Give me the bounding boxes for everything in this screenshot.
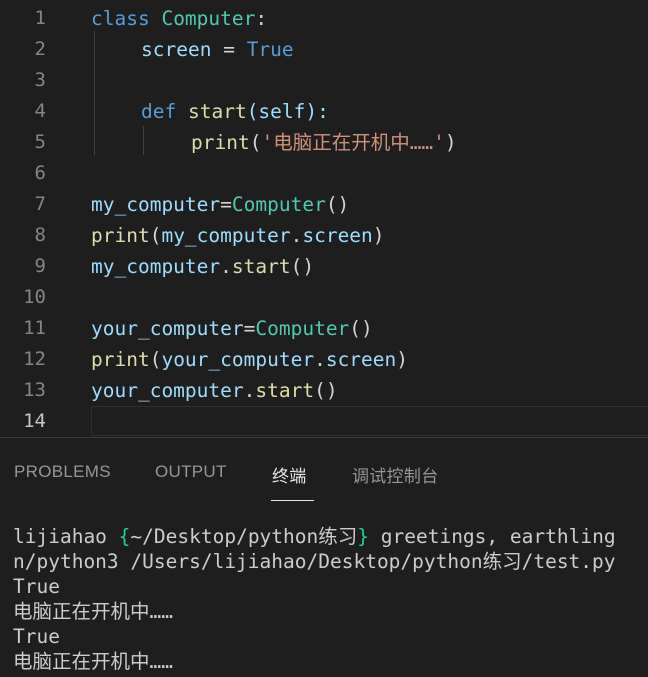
terminal-line: n/python3 /Users/lijiahao/Desktop/python… [13, 550, 616, 573]
code-text: your_computer.start() [91, 379, 338, 402]
code-line[interactable]: 12 print(your_computer.screen) [0, 344, 648, 375]
tab-terminal[interactable]: 终端 [272, 462, 307, 487]
line-number: 5 [34, 131, 46, 153]
code-line[interactable]: 4 def start(self): [0, 96, 648, 127]
line-number: 7 [34, 193, 46, 215]
tab-output[interactable]: OUTPUT [155, 462, 227, 482]
terminal-line: True [13, 575, 60, 598]
code-text: print(my_computer.screen) [91, 224, 385, 247]
code-text: screen = True [141, 38, 294, 61]
line-number: 9 [34, 255, 46, 277]
code-line[interactable]: 6 [0, 158, 648, 189]
code-text: my_computer=Computer() [91, 193, 350, 216]
terminal-line: 电脑正在开机中…… [13, 650, 173, 673]
terminal-line: lijiahao {~/Desktop/python练习} greetings,… [13, 525, 616, 548]
line-number: 2 [34, 38, 46, 60]
line-number: 12 [23, 348, 46, 370]
code-text: print('电脑正在开机中……') [191, 131, 457, 154]
code-line[interactable]: 3 [0, 65, 648, 96]
code-line[interactable]: 2 screen = True [0, 34, 648, 65]
code-line[interactable]: 1 class Computer: [0, 3, 648, 34]
tab-problems[interactable]: PROBLEMS [14, 462, 111, 482]
line-number: 3 [34, 69, 46, 91]
line-number: 8 [34, 224, 46, 246]
code-text: def start(self): [141, 100, 329, 123]
line-number: 4 [34, 100, 46, 122]
code-text: class Computer: [91, 7, 268, 30]
line-number: 11 [23, 317, 46, 339]
terminal-line: True [13, 625, 60, 648]
line-number: 14 [23, 410, 46, 432]
code-line[interactable]: 14 [0, 406, 648, 437]
line-number: 1 [34, 7, 46, 29]
code-text: print(your_computer.screen) [91, 348, 409, 371]
code-line[interactable]: 7 my_computer=Computer() [0, 189, 648, 220]
line-number: 10 [23, 286, 46, 308]
code-text: my_computer.start() [91, 255, 315, 278]
code-line[interactable]: 5 print('电脑正在开机中……') [0, 127, 648, 158]
code-line[interactable]: 13 your_computer.start() [0, 375, 648, 406]
code-line[interactable]: 10 [0, 282, 648, 313]
line-number: 13 [23, 379, 46, 401]
code-line[interactable]: 11 your_computer=Computer() [0, 313, 648, 344]
code-text: your_computer=Computer() [91, 317, 373, 340]
bottom-panel: PROBLEMS OUTPUT 终端 调试控制台 lijiahao {~/Des… [0, 438, 648, 677]
code-line[interactable]: 9 my_computer.start() [0, 251, 648, 282]
tab-debug-console[interactable]: 调试控制台 [352, 462, 439, 487]
code-editor[interactable]: 1 class Computer: 2 screen = True 3 4 de… [0, 0, 648, 437]
code-line[interactable]: 8 print(my_computer.screen) [0, 220, 648, 251]
active-tab-indicator [271, 500, 314, 501]
line-number: 6 [34, 162, 46, 184]
terminal-line: 电脑正在开机中…… [13, 600, 173, 623]
